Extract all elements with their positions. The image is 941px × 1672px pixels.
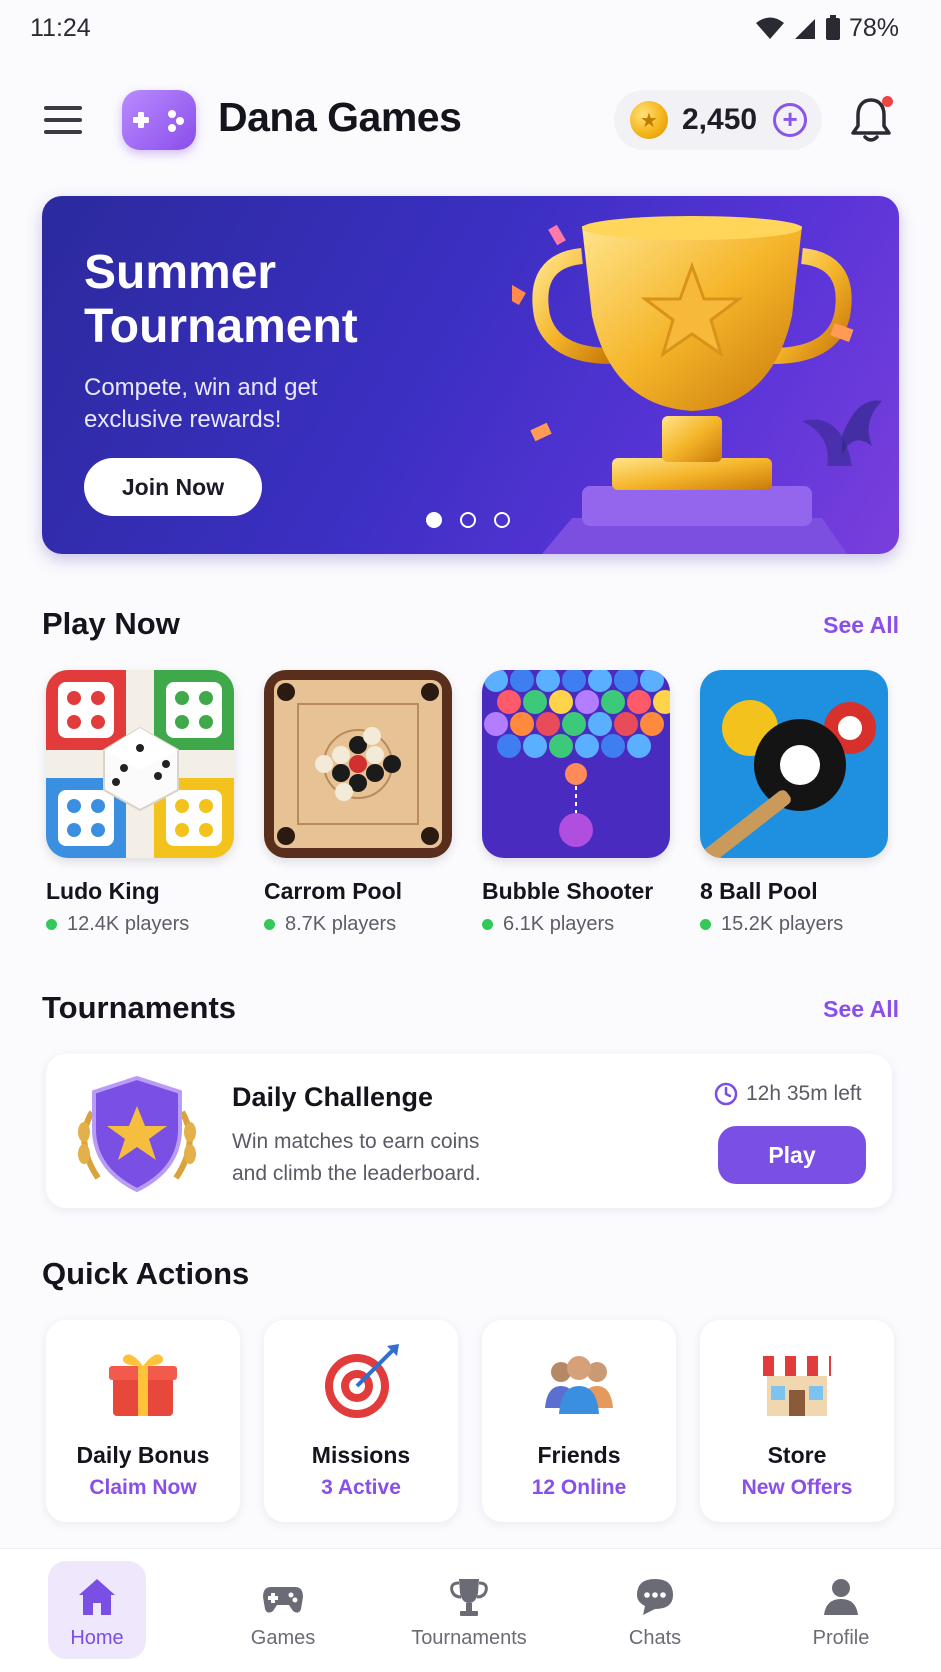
- challenge-timer: 12h 35m left: [714, 1082, 862, 1106]
- nav-label: Home: [70, 1627, 124, 1649]
- clock-icon: [714, 1082, 738, 1106]
- bubble-shooter-icon: [482, 670, 670, 858]
- coin-icon: ★: [630, 101, 668, 139]
- profile-icon: [824, 1579, 858, 1615]
- promo-banner[interactable]: Summer Tournament Compete, win and get e…: [42, 196, 899, 554]
- online-dot: [46, 919, 57, 930]
- game-name: Ludo King: [46, 878, 160, 904]
- nav-label: Games: [250, 1627, 316, 1649]
- banner-title: Summer Tournament: [84, 246, 358, 353]
- online-dot: [264, 919, 275, 930]
- coin-balance[interactable]: ★ 2,450 +: [614, 90, 822, 150]
- gift-icon: [109, 1354, 177, 1416]
- player-count-label: 6.1K players: [503, 913, 615, 935]
- game-card-bubble-shooter[interactable]: Bubble Shooter 6.1K players: [482, 670, 672, 936]
- store-icon: [763, 1356, 831, 1416]
- hamburger-menu-icon[interactable]: [44, 104, 82, 136]
- nav-item-profile[interactable]: Profile: [756, 1561, 926, 1659]
- nav-item-home[interactable]: Home: [12, 1561, 182, 1659]
- target-icon: [325, 1344, 399, 1418]
- player-count-label: 8.7K players: [285, 913, 397, 935]
- game-card-carrom-pool[interactable]: Carrom Pool 8.7K players: [264, 670, 454, 936]
- player-count-label: 15.2K players: [721, 913, 844, 935]
- wifi-icon: [755, 17, 784, 39]
- game-player-count: 8.7K players: [264, 913, 454, 936]
- gamepad-icon: [263, 1587, 303, 1613]
- eight-ball-icon: [700, 670, 888, 858]
- nav-label: Profile: [812, 1627, 870, 1649]
- challenge-description: Win matches to earn coins and climb the …: [232, 1130, 481, 1185]
- action-label: Missions: [311, 1442, 411, 1468]
- status-icons: 78%: [755, 14, 899, 43]
- gamepad-logo-icon: [122, 90, 196, 150]
- battery-icon: [825, 15, 840, 40]
- home-icon: [79, 1579, 115, 1615]
- ludo-board-icon: [46, 670, 234, 858]
- status-bar: 11:24 78%: [0, 0, 941, 56]
- nav-label: Tournaments: [411, 1627, 527, 1649]
- action-label: Friends: [537, 1442, 621, 1468]
- nav-item-chats[interactable]: Chats: [570, 1561, 740, 1659]
- nav-item-tournaments[interactable]: Tournaments: [384, 1561, 554, 1659]
- player-count-label: 12.4K players: [67, 913, 190, 935]
- carousel-dot[interactable]: [460, 512, 476, 528]
- carousel-dot[interactable]: [426, 512, 442, 528]
- daily-challenge-card[interactable]: Daily Challenge Win matches to earn coin…: [46, 1054, 892, 1208]
- challenge-title: Daily Challenge: [232, 1082, 434, 1112]
- nav-label: Chats: [628, 1627, 682, 1649]
- quick-actions-title: Quick Actions: [42, 1256, 250, 1291]
- action-label: Daily Bonus: [76, 1442, 210, 1468]
- game-player-count: 6.1K players: [482, 913, 672, 936]
- bottom-navigation: Home Games Tournaments Chats Profile: [0, 1548, 941, 1672]
- carrom-board-icon: [264, 670, 452, 858]
- game-player-count: 15.2K players: [700, 913, 890, 936]
- games-list: Ludo King 12.4K players Carrom Pool 8.7K…: [46, 670, 926, 940]
- add-coins-icon[interactable]: +: [773, 103, 808, 137]
- status-time: 11:24: [30, 13, 91, 42]
- trophy-illustration: [512, 216, 882, 554]
- quick-action-daily-bonus[interactable]: Daily Bonus Claim Now: [46, 1320, 240, 1522]
- time-left-label: 12h 35m left: [746, 1082, 862, 1105]
- shield-star-badge-icon: [78, 1075, 196, 1193]
- carousel-indicator: [426, 512, 510, 528]
- action-sub-label: 3 Active: [321, 1476, 401, 1499]
- game-name: Carrom Pool: [264, 878, 403, 904]
- nav-item-games[interactable]: Games: [198, 1561, 368, 1659]
- coin-amount: 2,450: [682, 103, 758, 136]
- action-sub-label: New Offers: [741, 1476, 853, 1499]
- carousel-dot[interactable]: [494, 512, 510, 528]
- cell-signal-icon: [794, 19, 815, 39]
- quick-actions-list: Daily Bonus Claim Now Missions 3 Active …: [46, 1320, 896, 1522]
- tournaments-see-all-link[interactable]: See All: [823, 996, 899, 1023]
- quick-action-store[interactable]: Store New Offers: [700, 1320, 894, 1522]
- play-challenge-button[interactable]: Play: [718, 1126, 866, 1184]
- quick-action-missions[interactable]: Missions 3 Active: [264, 1320, 458, 1522]
- battery-percent: 78%: [848, 13, 899, 42]
- app-header: Dana Games ★ 2,450 +: [0, 82, 941, 162]
- online-dot: [700, 919, 711, 930]
- play-now-see-all-link[interactable]: See All: [823, 612, 899, 639]
- tournaments-title: Tournaments: [42, 990, 237, 1025]
- notification-dot: [882, 96, 893, 107]
- game-name: Bubble Shooter: [482, 878, 654, 904]
- app-name: Dana Games: [218, 94, 462, 140]
- join-now-button[interactable]: Join Now: [84, 458, 262, 516]
- play-now-title: Play Now: [42, 606, 180, 641]
- online-dot: [482, 919, 493, 930]
- game-card-8-ball-pool[interactable]: 8 Ball Pool 15.2K players: [700, 670, 890, 936]
- game-card-ludo-king[interactable]: Ludo King 12.4K players: [46, 670, 236, 936]
- game-player-count: 12.4K players: [46, 913, 236, 936]
- banner-subtitle: Compete, win and get exclusive rewards!: [84, 374, 318, 433]
- trophy-icon: [450, 1579, 488, 1616]
- action-sub-label: Claim Now: [89, 1476, 197, 1499]
- chat-icon: [637, 1579, 673, 1615]
- quick-action-friends[interactable]: Friends 12 Online: [482, 1320, 676, 1522]
- friends-icon: [545, 1356, 613, 1414]
- action-label: Store: [767, 1442, 827, 1468]
- game-name: 8 Ball Pool: [700, 878, 818, 904]
- action-sub-label: 12 Online: [531, 1476, 627, 1499]
